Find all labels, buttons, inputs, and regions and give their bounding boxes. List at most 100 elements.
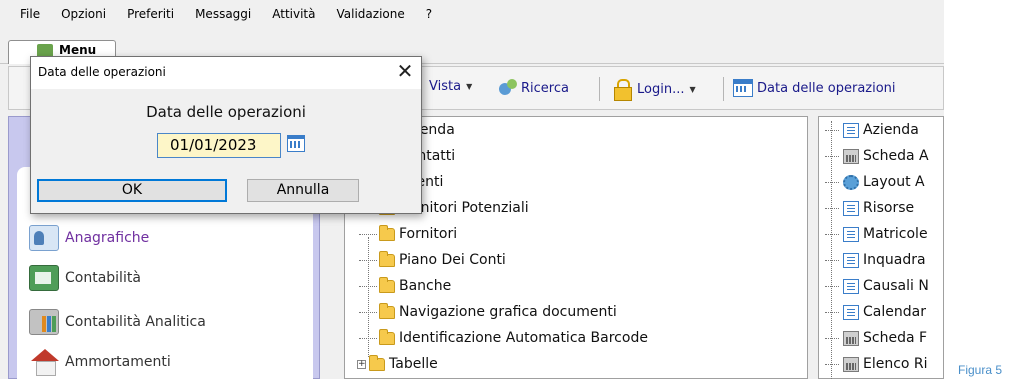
chart-icon xyxy=(29,309,59,335)
tree-connector xyxy=(825,129,839,131)
data-operazioni-button[interactable]: Data delle operazioni xyxy=(733,79,896,97)
nav-item-label: Contabilità Analitica xyxy=(65,314,206,330)
tree-connector xyxy=(359,311,377,313)
money-icon xyxy=(29,265,59,291)
form-icon xyxy=(843,252,859,268)
tree-item-label: Scheda A xyxy=(863,148,929,164)
tree-item-risorse[interactable]: Risorse xyxy=(825,199,914,217)
folder-icon xyxy=(379,328,395,345)
application-window: File Opzioni Preferiti Messaggi Attività… xyxy=(0,0,944,379)
tree-item-label: Inquadra xyxy=(863,252,926,268)
tree-item-label: Elenco Ri xyxy=(863,356,928,372)
nav-item-contabilita-analitica[interactable]: Contabilità Analitica xyxy=(29,309,206,335)
tree-item-identificazione-barcode[interactable]: Identificazione Automatica Barcode xyxy=(359,328,648,347)
menu-validazione[interactable]: Validazione xyxy=(337,7,405,21)
tree-item-causali[interactable]: Causali N xyxy=(825,277,929,295)
tree-connector xyxy=(825,285,839,287)
login-label: Login... xyxy=(637,81,685,97)
ricerca-icon xyxy=(499,79,519,97)
login-dropdown-icon: ▼ xyxy=(689,84,696,94)
lock-icon xyxy=(613,79,632,101)
folder-icon xyxy=(379,250,395,267)
tree-connector xyxy=(825,337,839,339)
figure-caption: Figura 5 xyxy=(958,363,1003,377)
menu-attivita[interactable]: Attività xyxy=(272,7,315,21)
tree-item-calendar[interactable]: Calendar xyxy=(825,303,926,321)
form-icon xyxy=(843,226,859,242)
tree-connector xyxy=(825,259,839,261)
tree-connector xyxy=(825,155,839,157)
menu-messaggi[interactable]: Messaggi xyxy=(195,7,251,21)
menu-help[interactable]: ? xyxy=(426,7,432,21)
tree-connector xyxy=(825,363,839,365)
tree-item-label: Identificazione Automatica Barcode xyxy=(399,330,648,346)
secondary-tree-panel: Azienda Scheda A Layout A Risorse Matric… xyxy=(818,116,944,379)
nav-item-label: Ammortamenti xyxy=(65,354,171,370)
tree-item-inquadra[interactable]: Inquadra xyxy=(825,251,926,269)
tree-item-matricole[interactable]: Matricole xyxy=(825,225,928,243)
tree-item-label: Layout A xyxy=(863,174,925,190)
close-icon[interactable]: ✕ xyxy=(393,60,417,84)
form-icon xyxy=(843,122,859,138)
tree-item-label: Scheda F xyxy=(863,330,928,346)
form-icon xyxy=(843,278,859,294)
menu-opzioni[interactable]: Opzioni xyxy=(61,7,106,21)
cancel-button[interactable]: Annulla xyxy=(247,179,359,202)
nav-item-ammortamenti[interactable]: Ammortamenti xyxy=(29,349,171,376)
tree-item-tabelle[interactable]: + Tabelle xyxy=(357,354,438,373)
tree-item-navigazione-grafica[interactable]: Navigazione grafica documenti xyxy=(359,302,617,321)
contact-card-icon xyxy=(29,225,59,251)
calculator-icon xyxy=(843,330,859,346)
tree-item-label: Banche xyxy=(399,278,452,294)
tree-item-label: Tabelle xyxy=(389,356,438,372)
calculator-icon xyxy=(843,148,859,164)
toolbar-separator xyxy=(599,77,600,101)
date-field[interactable]: 01/01/2023 xyxy=(157,133,281,158)
tree-item-label: Azienda xyxy=(863,122,919,138)
menu-preferiti[interactable]: Preferiti xyxy=(127,7,174,21)
ricerca-button[interactable]: Ricerca xyxy=(499,79,569,97)
nav-item-label: Contabilità xyxy=(65,270,141,286)
tree-item-fornitori[interactable]: Fornitori xyxy=(359,224,458,243)
tree-connector xyxy=(825,181,839,183)
ricerca-label: Ricerca xyxy=(521,80,569,96)
calendar-icon xyxy=(733,79,753,97)
tree-item-piano-dei-conti[interactable]: Piano Dei Conti xyxy=(359,250,506,269)
calendar-picker-icon[interactable] xyxy=(287,135,305,152)
tree-item-label: Piano Dei Conti xyxy=(399,252,506,268)
vista-button[interactable]: Vista ▼ xyxy=(429,79,472,94)
dialog-title: Data delle operazioni xyxy=(38,65,166,79)
folder-icon xyxy=(379,224,395,241)
tree-item-label: Fornitori xyxy=(399,226,458,242)
tree-connector xyxy=(359,337,377,339)
expand-icon[interactable]: + xyxy=(357,359,366,369)
tree-item-label: Matricole xyxy=(863,226,928,242)
login-button[interactable]: Login... ▼ xyxy=(613,79,696,101)
ok-button[interactable]: OK xyxy=(37,179,227,202)
menu-file[interactable]: File xyxy=(20,7,40,21)
tree-connector xyxy=(825,207,839,209)
house-icon xyxy=(29,349,59,376)
form-icon xyxy=(843,200,859,216)
tree-item-banche[interactable]: Banche xyxy=(359,276,452,295)
tree-item-scheda-a[interactable]: Scheda A xyxy=(825,147,929,165)
nav-item-anagrafiche[interactable]: Anagrafiche xyxy=(29,225,149,251)
tree-item-elenco[interactable]: Elenco Ri xyxy=(825,355,928,373)
folder-icon xyxy=(379,302,395,319)
folder-icon xyxy=(369,354,385,371)
dialog-titlebar[interactable]: Data delle operazioni ✕ xyxy=(31,57,421,89)
tree-item-scheda-f[interactable]: Scheda F xyxy=(825,329,927,347)
form-icon xyxy=(843,304,859,320)
tree-connector xyxy=(359,285,377,287)
tree-item-label: Calendar xyxy=(863,304,926,320)
tree-item-azienda-form[interactable]: Azienda xyxy=(825,121,919,139)
vista-label: Vista xyxy=(429,79,462,94)
dialog-field-label: Data delle operazioni xyxy=(146,103,306,121)
folder-icon xyxy=(379,276,395,293)
tree-item-label: Causali N xyxy=(863,278,929,294)
tree-item-layout-a[interactable]: Layout A xyxy=(825,173,925,191)
toolbar-separator xyxy=(723,77,724,101)
nav-item-contabilita[interactable]: Contabilità xyxy=(29,265,141,291)
tree-connector xyxy=(825,311,839,313)
gear-icon xyxy=(843,174,859,190)
